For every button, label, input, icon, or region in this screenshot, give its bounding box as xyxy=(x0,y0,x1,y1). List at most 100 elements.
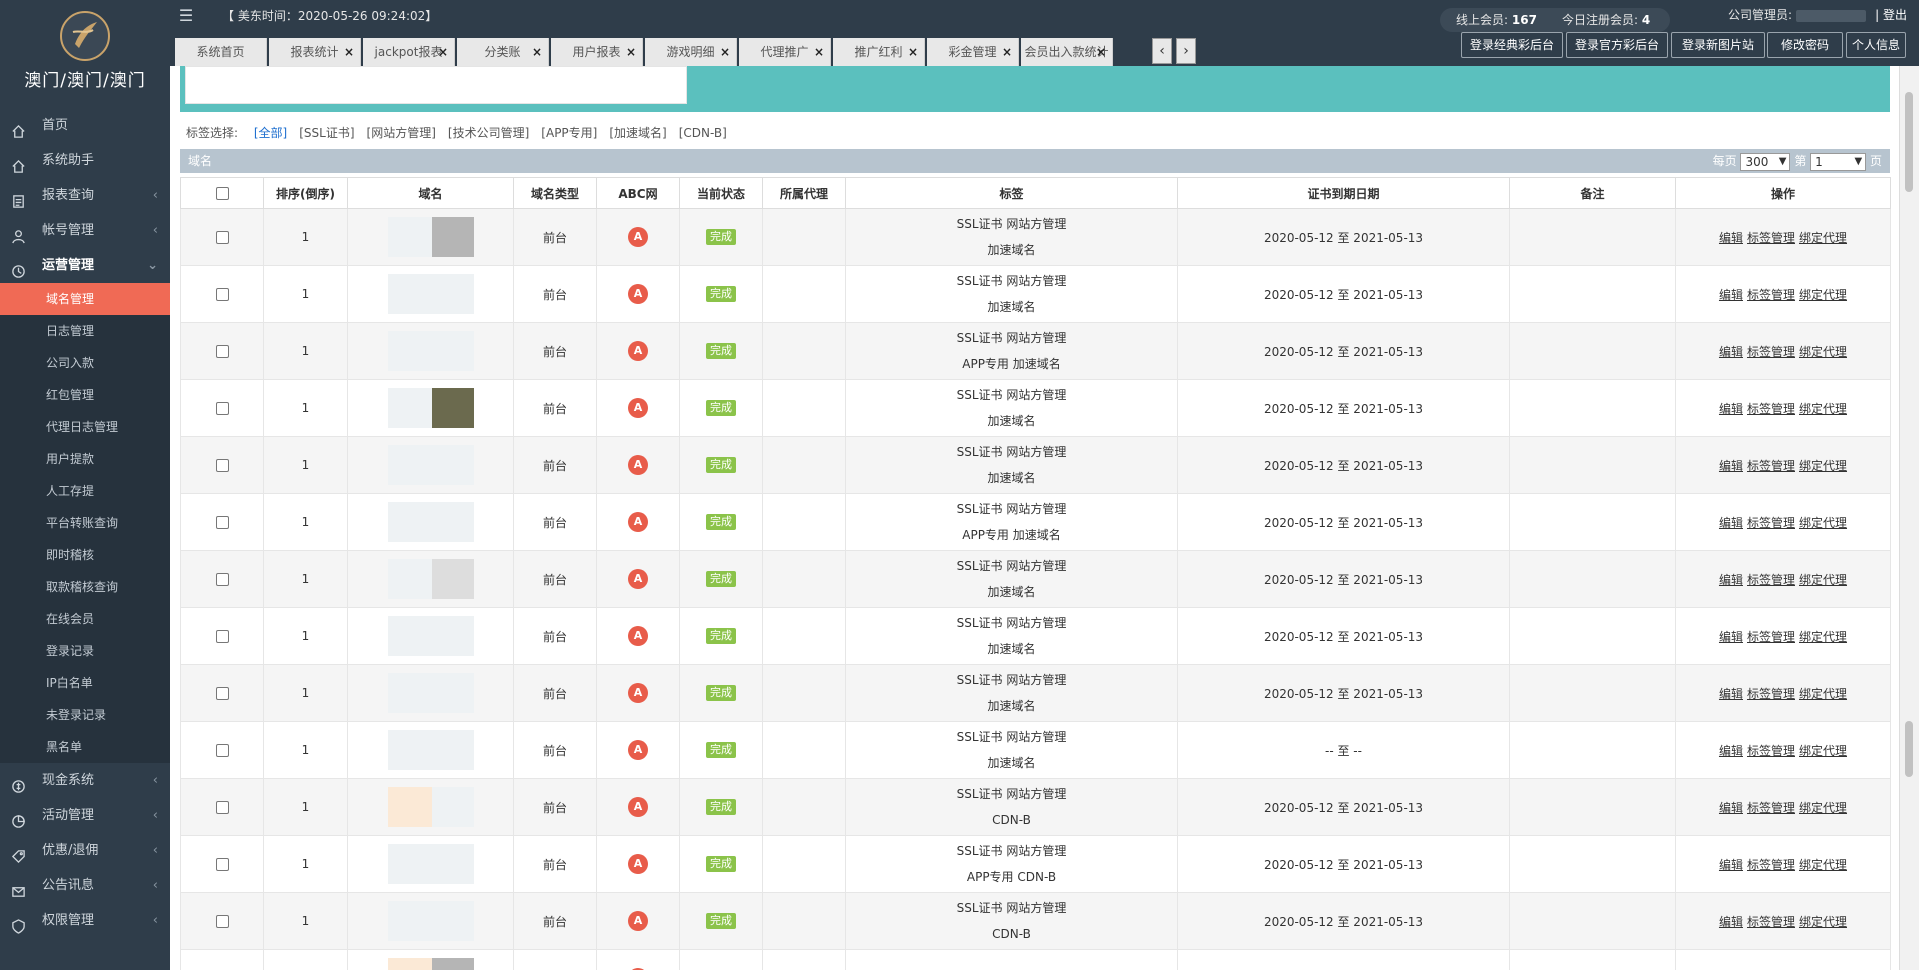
sidebar-item[interactable]: 首页 xyxy=(0,108,170,143)
tag-filter-option[interactable]: [CDN-B] xyxy=(679,126,727,140)
submenu-item[interactable]: 登录记录 xyxy=(0,635,170,667)
tag-manage-link[interactable]: 标签管理 xyxy=(1747,573,1795,587)
bind-agent-link[interactable]: 绑定代理 xyxy=(1799,801,1847,815)
tag-filter-option[interactable]: [加速域名] xyxy=(609,126,666,140)
select-all-header[interactable] xyxy=(180,177,264,209)
bind-agent-link[interactable]: 绑定代理 xyxy=(1799,288,1847,302)
row-select-cell[interactable] xyxy=(180,778,264,836)
tag-manage-link[interactable]: 标签管理 xyxy=(1747,402,1795,416)
submenu-item[interactable]: 域名管理 xyxy=(0,283,170,315)
row-select-cell[interactable] xyxy=(180,835,264,893)
sidebar-item[interactable]: 运营管理 ⌄ xyxy=(0,248,170,283)
submenu-item[interactable]: 即时稽核 xyxy=(0,539,170,571)
edit-link[interactable]: 编辑 xyxy=(1719,231,1743,245)
tab-next-button[interactable]: › xyxy=(1176,38,1196,64)
edit-link[interactable]: 编辑 xyxy=(1719,630,1743,644)
per-page-select[interactable]: 300 ▼ xyxy=(1740,152,1791,171)
tag-manage-link[interactable]: 标签管理 xyxy=(1747,459,1795,473)
row-select-cell[interactable] xyxy=(180,208,264,266)
submenu-item[interactable]: 黑名单 xyxy=(0,731,170,763)
row-select-cell[interactable] xyxy=(180,265,264,323)
row-checkbox[interactable] xyxy=(215,288,229,301)
edit-link[interactable]: 编辑 xyxy=(1719,687,1743,701)
tag-filter-option[interactable]: [技术公司管理] xyxy=(448,126,529,140)
top-button[interactable]: 登录新图片站 xyxy=(1671,32,1765,58)
submenu-item[interactable]: 未登录记录 xyxy=(0,699,170,731)
edit-link[interactable]: 编辑 xyxy=(1719,801,1743,815)
tab[interactable]: jackpot报表 × xyxy=(363,38,455,66)
page-select[interactable]: 1 ▼ xyxy=(1810,152,1867,171)
row-checkbox[interactable] xyxy=(215,744,229,757)
close-icon[interactable]: × xyxy=(626,38,636,66)
tab[interactable]: 彩金管理 × xyxy=(927,38,1019,66)
bind-agent-link[interactable]: 绑定代理 xyxy=(1799,858,1847,872)
top-button[interactable]: 登录经典彩后台 xyxy=(1461,32,1563,58)
tag-manage-link[interactable]: 标签管理 xyxy=(1747,858,1795,872)
logout-link[interactable]: | 登出 xyxy=(1875,6,1907,24)
row-select-cell[interactable] xyxy=(180,664,264,722)
row-checkbox[interactable] xyxy=(215,858,229,871)
submenu-item[interactable]: 人工存提 xyxy=(0,475,170,507)
row-checkbox[interactable] xyxy=(215,630,229,643)
sidebar-item[interactable]: 系统助手 xyxy=(0,143,170,178)
top-button[interactable]: 个人信息 xyxy=(1846,32,1906,58)
tag-manage-link[interactable]: 标签管理 xyxy=(1747,801,1795,815)
close-icon[interactable]: × xyxy=(814,38,824,66)
tag-manage-link[interactable]: 标签管理 xyxy=(1747,516,1795,530)
edit-link[interactable]: 编辑 xyxy=(1719,516,1743,530)
bind-agent-link[interactable]: 绑定代理 xyxy=(1799,915,1847,929)
tag-manage-link[interactable]: 标签管理 xyxy=(1747,630,1795,644)
row-select-cell[interactable] xyxy=(180,607,264,665)
search-input[interactable] xyxy=(185,66,687,104)
submenu-item[interactable]: 代理日志管理 xyxy=(0,411,170,443)
bind-agent-link[interactable]: 绑定代理 xyxy=(1799,573,1847,587)
edit-link[interactable]: 编辑 xyxy=(1719,402,1743,416)
row-select-cell[interactable] xyxy=(180,721,264,779)
tag-manage-link[interactable]: 标签管理 xyxy=(1747,288,1795,302)
submenu-item[interactable]: IP白名单 xyxy=(0,667,170,699)
submenu-item[interactable]: 平台转账查询 xyxy=(0,507,170,539)
tag-manage-link[interactable]: 标签管理 xyxy=(1747,345,1795,359)
top-button[interactable]: 修改密码 xyxy=(1767,32,1843,58)
close-icon[interactable]: × xyxy=(532,38,542,66)
bind-agent-link[interactable]: 绑定代理 xyxy=(1799,345,1847,359)
submenu-item[interactable]: 用户提款 xyxy=(0,443,170,475)
tag-filter-option[interactable]: [网站方管理] xyxy=(367,126,436,140)
edit-link[interactable]: 编辑 xyxy=(1719,288,1743,302)
edit-link[interactable]: 编辑 xyxy=(1719,858,1743,872)
page-scrollbar[interactable] xyxy=(1899,66,1919,970)
close-icon[interactable]: × xyxy=(720,38,730,66)
submenu-item[interactable]: 在线会员 xyxy=(0,603,170,635)
close-icon[interactable]: × xyxy=(1096,38,1106,66)
row-select-cell[interactable] xyxy=(180,493,264,551)
edit-link[interactable]: 编辑 xyxy=(1719,459,1743,473)
bind-agent-link[interactable]: 绑定代理 xyxy=(1799,231,1847,245)
row-select-cell[interactable] xyxy=(180,322,264,380)
row-checkbox[interactable] xyxy=(215,459,229,472)
tag-manage-link[interactable]: 标签管理 xyxy=(1747,231,1795,245)
tab[interactable]: 代理推广 × xyxy=(739,38,831,66)
tab[interactable]: 游戏明细 × xyxy=(645,38,737,66)
edit-link[interactable]: 编辑 xyxy=(1719,345,1743,359)
tag-manage-link[interactable]: 标签管理 xyxy=(1747,687,1795,701)
row-checkbox[interactable] xyxy=(215,402,229,415)
submenu-item[interactable]: 公司入款 xyxy=(0,347,170,379)
row-checkbox[interactable] xyxy=(215,915,229,928)
tab[interactable]: 推广红利 × xyxy=(833,38,925,66)
bind-agent-link[interactable]: 绑定代理 xyxy=(1799,516,1847,530)
scroll-thumb[interactable] xyxy=(1905,92,1913,192)
bind-agent-link[interactable]: 绑定代理 xyxy=(1799,687,1847,701)
submenu-item[interactable]: 红包管理 xyxy=(0,379,170,411)
sidebar-item[interactable]: 公告讯息 ‹ xyxy=(0,868,170,903)
menu-toggle-icon[interactable]: ☰ xyxy=(176,6,196,26)
tab[interactable]: 分类账 × xyxy=(457,38,549,66)
edit-link[interactable]: 编辑 xyxy=(1719,573,1743,587)
close-icon[interactable]: × xyxy=(908,38,918,66)
edit-link[interactable]: 编辑 xyxy=(1719,744,1743,758)
tab[interactable]: 报表统计 × xyxy=(269,38,361,66)
sidebar-item[interactable]: 优惠/退佣 ‹ xyxy=(0,833,170,868)
tab-prev-button[interactable]: ‹ xyxy=(1152,38,1172,64)
bind-agent-link[interactable]: 绑定代理 xyxy=(1799,402,1847,416)
row-checkbox[interactable] xyxy=(215,516,229,529)
tab[interactable]: 系统首页 xyxy=(175,38,267,66)
